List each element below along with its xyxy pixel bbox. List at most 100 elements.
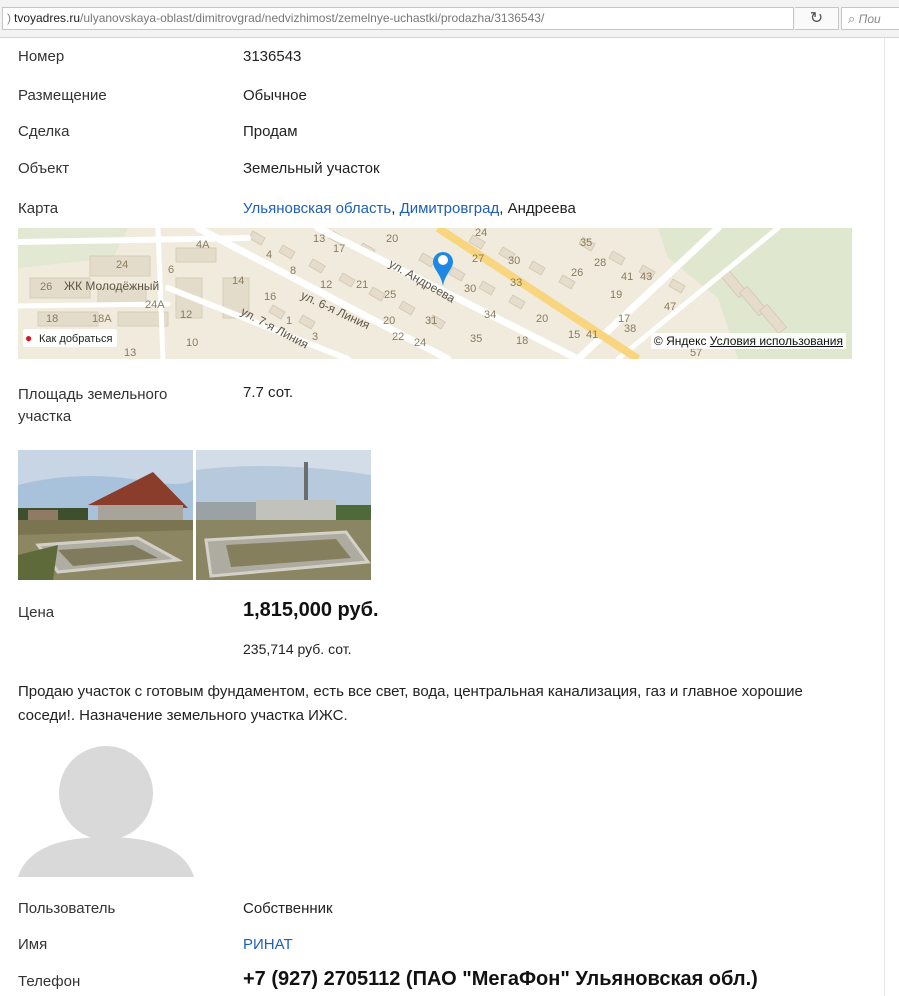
map-number-label: 25: [384, 289, 396, 301]
map-number-label: 35: [470, 333, 482, 345]
name-label: Имя: [18, 936, 48, 953]
avatar: [18, 745, 194, 877]
photo-image: [18, 450, 193, 580]
map-number-label: 26: [571, 267, 583, 279]
map-number-label: 1: [286, 315, 292, 327]
photo-image: [196, 450, 371, 580]
map-number-label: 15: [568, 329, 580, 341]
listing-description: Продаю участок с готовым фундаментом, ес…: [18, 683, 803, 724]
map-number-label: 3: [312, 331, 318, 343]
map-house: [298, 314, 316, 330]
map-number-label: 31: [425, 315, 437, 327]
map-number-label: 27: [472, 253, 484, 265]
map-street: [155, 228, 166, 359]
map-house: [448, 266, 466, 282]
avatar-placeholder-icon: [18, 746, 194, 877]
search-input[interactable]: ⌕ Пои: [841, 7, 899, 30]
search-placeholder: Пои: [858, 12, 881, 26]
map-number-label: 30: [464, 283, 476, 295]
map-house: [668, 278, 686, 294]
map-address: Ульяновская область, Димитровград, Андре…: [243, 200, 576, 217]
map-number-label: 13: [124, 347, 136, 359]
map-number-label: 4А: [196, 239, 210, 251]
phone-label: Телефон: [18, 973, 81, 990]
search-icon: ⌕: [848, 11, 856, 26]
map-number-label: 28: [594, 257, 606, 269]
route-button[interactable]: ● Как добраться: [23, 329, 118, 347]
map-number-label: 24А: [145, 299, 165, 311]
map-number-label: 30: [508, 255, 520, 267]
map-house: [338, 272, 356, 288]
map-number-label: 18: [516, 335, 528, 347]
map-number-label: 41: [586, 329, 598, 341]
map-house: [418, 252, 436, 268]
map-house: [278, 244, 296, 260]
price-per-unit: 235,714 руб. сот.: [243, 641, 352, 657]
map-number-label: 43: [640, 271, 652, 283]
reload-icon: ↻: [809, 10, 824, 27]
phone-value: +7 (927) 2705112 (ПАО "МегаФон" Ульяновс…: [243, 968, 758, 990]
region-link[interactable]: Ульяновская область: [243, 200, 391, 217]
map-number-label: 34: [484, 309, 496, 321]
map-number-label: 19: [610, 289, 622, 301]
url-path: /ulyanovskaya-oblast/dimitrovgrad/nedviz…: [80, 11, 545, 25]
terms-link[interactable]: Условия использования: [710, 334, 843, 348]
user-label: Пользователь: [18, 900, 116, 917]
map-number-label: 33: [510, 277, 522, 289]
map-copyright: © Яндекс Условия использования: [650, 333, 846, 349]
address-bar[interactable]: ) tvoyadres.ru/ulyanovskaya-oblast/dimitr…: [2, 7, 794, 30]
url-domain: tvoyadres.ru: [14, 11, 81, 25]
map-number-label: 18А: [92, 313, 112, 325]
page-right-border: [884, 38, 885, 996]
map-number-label: 41: [621, 271, 633, 283]
route-pin-icon: ●: [25, 331, 33, 345]
map-number-label: 10: [186, 337, 198, 349]
map-number-label: 18: [46, 313, 58, 325]
photo-thumbnail[interactable]: [18, 450, 193, 580]
object-value: Земельный участок: [243, 160, 380, 177]
map-label: Карта: [18, 200, 59, 217]
route-label: Как добраться: [39, 333, 113, 345]
object-label: Объект: [18, 160, 70, 177]
area-label: Площадь земельного участка: [18, 386, 168, 425]
map-street: [18, 235, 251, 245]
city-link[interactable]: Димитровград: [400, 200, 500, 217]
browser-toolbar: ) tvoyadres.ru/ulyanovskaya-oblast/dimitr…: [0, 0, 899, 38]
map-number-label: 20: [386, 233, 398, 245]
map-number-label: 35: [580, 237, 592, 249]
map[interactable]: 4А 4 13 17 20 24 27 30 33 35 26 28 41 43…: [18, 228, 852, 359]
deal-label: Сделка: [18, 123, 70, 140]
map-house: [368, 286, 386, 302]
map-district-label: ЖК Молодёжный: [64, 279, 159, 293]
copyright-text: © Яндекс: [653, 334, 707, 348]
map-house: [478, 280, 496, 296]
placement-label: Размещение: [18, 87, 107, 104]
map-house: [528, 260, 546, 276]
price-value: 1,815,000 руб.: [243, 599, 379, 621]
deal-value: Продам: [243, 123, 298, 140]
reload-button[interactable]: ↻: [795, 7, 839, 30]
user-value: Собственник: [243, 900, 333, 917]
map-house: [608, 250, 626, 266]
map-number-label: 14: [232, 275, 244, 287]
address-separator: ,: [499, 200, 508, 217]
number-label: Номер: [18, 48, 65, 65]
map-number-label: 20: [536, 313, 548, 325]
map-number-label: 6: [168, 264, 174, 276]
map-number-label: 24: [116, 259, 128, 271]
map-number-label: 17: [333, 243, 345, 255]
number-value: 3136543: [243, 48, 302, 65]
map-number-label: 21: [356, 279, 368, 291]
map-number-label: 24: [414, 337, 426, 349]
map-number-label: 13: [313, 233, 325, 245]
seller-name-link[interactable]: РИНАТ: [243, 936, 293, 953]
photo-thumbnail[interactable]: [196, 450, 371, 580]
map-number-label: 20: [383, 315, 395, 327]
map-house: [308, 258, 326, 274]
map-house: [248, 230, 266, 246]
placement-value: Обычное: [243, 87, 307, 104]
street-name: Андреева: [507, 200, 576, 217]
map-number-label: 16: [264, 291, 276, 303]
map-number-label: 26: [40, 281, 52, 293]
map-number-label: 4: [266, 249, 272, 261]
